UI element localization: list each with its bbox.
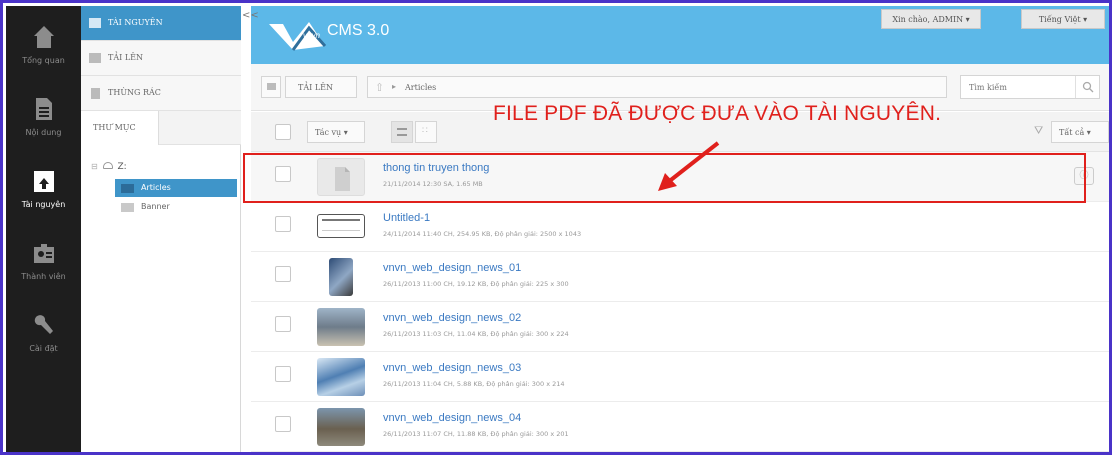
tree-item-articles[interactable]: Articles (115, 179, 237, 197)
drive-icon (102, 162, 113, 169)
pdf-file-icon (335, 167, 350, 191)
tree-item-label: Articles (141, 183, 171, 192)
breadcrumb-separator: ▸ (392, 82, 397, 91)
panel-tab-label: THÙNG RÁC (108, 88, 161, 97)
wrench-icon (34, 315, 53, 334)
file-meta: 26/11/2013 11:00 CH, 19.12 KB, Độ phân g… (383, 280, 569, 288)
nav-item-label: Tài nguyên (21, 200, 66, 209)
app-frame: Tổng quan Nội dung Tài nguyên Thành viên… (0, 0, 1112, 455)
expand-icon[interactable]: ⊟ (91, 162, 98, 171)
panel-tab-trash[interactable]: THÙNG RÁC (81, 76, 241, 111)
list-view-button[interactable] (391, 121, 413, 143)
row-checkbox[interactable] (275, 316, 291, 332)
file-thumbnail (317, 358, 365, 396)
collapse-panel-button[interactable]: << (242, 10, 259, 24)
file-thumbnail (317, 408, 365, 446)
row-checkbox[interactable] (275, 366, 291, 382)
tree-item-label: Banner (141, 202, 170, 211)
search-button[interactable] (1075, 76, 1099, 98)
file-meta: 24/11/2014 11:40 CH, 254.95 KB, Độ phân … (383, 230, 582, 238)
tree-item-banner[interactable]: Banner (115, 198, 237, 216)
actions-dropdown[interactable]: Tác vụ ▾ (307, 121, 365, 143)
file-name[interactable]: Untitled-1 (383, 212, 430, 224)
file-name[interactable]: vnvn_web_design_news_02 (383, 312, 521, 324)
file-thumbnail (317, 158, 365, 196)
grid-view-icon: ∷ (422, 126, 428, 136)
file-name[interactable]: thong tin truyen thong (383, 162, 489, 174)
file-meta: 26/11/2013 11:04 CH, 5.88 KB, Độ phân gi… (383, 380, 565, 388)
nav-item-settings[interactable]: Cài đặt (6, 294, 81, 364)
resource-panel: TÀI NGUYÊN TẢI LÊN THÙNG RÁC THƯ MỤC ⊟ Z… (81, 6, 241, 452)
tab-strip-filler (159, 111, 241, 145)
search-input[interactable] (961, 76, 1073, 98)
thumbnail-image (322, 219, 360, 231)
nav-item-content[interactable]: Nội dung (6, 78, 81, 148)
nav-item-resources[interactable]: Tài nguyên (6, 150, 81, 220)
file-name[interactable]: vnvn_web_design_news_01 (383, 262, 521, 274)
row-checkbox[interactable] (275, 416, 291, 432)
breadcrumb-item-articles[interactable]: Articles (405, 83, 436, 92)
search-box (960, 75, 1100, 99)
tree-root-label: Z: (117, 162, 127, 172)
nav-item-members[interactable]: Thành viên (6, 222, 81, 292)
nav-item-overview[interactable]: Tổng quan (6, 6, 81, 76)
panel-tab-resources[interactable]: TÀI NGUYÊN (81, 6, 241, 41)
folder-icon (121, 203, 134, 212)
home-icon (33, 26, 54, 48)
folder-icon (121, 184, 134, 193)
tree-root[interactable]: ⊟ Z: (91, 162, 127, 172)
nav-item-label: Cài đặt (29, 344, 58, 353)
select-all-checkbox[interactable] (275, 124, 291, 140)
row-checkbox[interactable] (275, 266, 291, 282)
folder-tab[interactable]: THƯ MỤC (81, 111, 159, 145)
file-row[interactable]: vnvn_web_design_news_04 26/11/2013 11:07… (251, 402, 1109, 452)
main-nav: Tổng quan Nội dung Tài nguyên Thành viên… (6, 6, 81, 452)
file-name[interactable]: vnvn_web_design_news_03 (383, 362, 521, 374)
trash-icon (91, 88, 100, 99)
file-row[interactable]: Untitled-1 24/11/2014 11:40 CH, 254.95 K… (251, 202, 1109, 252)
file-thumbnail (329, 258, 353, 296)
file-row[interactable]: thong tin truyen thong 21/11/2014 12:30 … (251, 152, 1109, 202)
file-meta: 21/11/2014 12:30 SA, 1.65 MB (383, 180, 483, 188)
breadcrumb: ⇧ ▸ Articles (367, 76, 947, 98)
nav-item-label: Nội dung (25, 128, 62, 137)
panel-tab-label: TẢI LÊN (108, 53, 143, 62)
row-checkbox[interactable] (275, 216, 291, 232)
file-meta: 26/11/2013 11:07 CH, 11.88 KB, Độ phân g… (383, 430, 569, 438)
file-meta: 26/11/2013 11:03 CH, 11.04 KB, Độ phân g… (383, 330, 569, 338)
member-card-icon (33, 244, 54, 263)
list-view-icon (397, 128, 407, 136)
file-name[interactable]: vnvn_web_design_news_04 (383, 412, 521, 424)
search-icon (1082, 81, 1094, 93)
file-row[interactable]: vnvn_web_design_news_02 26/11/2013 11:03… (251, 302, 1109, 352)
logo-text: CMS 3.0 (327, 22, 390, 39)
nav-item-label: Tổng quan (22, 56, 65, 65)
grid-view-button[interactable]: ∷ (415, 121, 437, 143)
language-menu-button[interactable]: Tiếng Việt ▾ (1021, 9, 1105, 29)
resource-box-icon (33, 171, 54, 192)
file-thumbnail (317, 214, 365, 238)
panel-tab-label: TÀI NGUYÊN (108, 18, 163, 27)
file-row[interactable]: vnvn_web_design_news_03 26/11/2013 11:04… (251, 352, 1109, 402)
upload-icon-button[interactable] (261, 76, 281, 98)
logo-small-text: vnvn (303, 31, 320, 40)
filter-icon[interactable]: ⛛ (1034, 124, 1043, 138)
nav-item-label: Thành viên (21, 272, 66, 281)
filter-dropdown[interactable]: Tất cả ▾ (1051, 121, 1109, 143)
image-icon (267, 83, 276, 90)
folder-icon (89, 18, 101, 28)
info-button[interactable]: ⓘ (1074, 167, 1094, 185)
document-icon (35, 98, 52, 120)
file-thumbnail (317, 308, 365, 346)
info-icon: ⓘ (1079, 171, 1089, 181)
upload-button[interactable]: TẢI LÊN (285, 76, 357, 98)
upload-icon (89, 53, 101, 63)
row-checkbox[interactable] (275, 166, 291, 182)
user-menu-button[interactable]: Xin chào, ADMIN ▾ (881, 9, 981, 29)
up-folder-icon[interactable]: ⇧ (375, 81, 384, 94)
file-row[interactable]: vnvn_web_design_news_01 26/11/2013 11:00… (251, 252, 1109, 302)
app-header: vnvn CMS 3.0 Xin chào, ADMIN ▾ Tiếng Việ… (251, 6, 1109, 64)
annotation-text: FILE PDF ĐÃ ĐƯỢC ĐƯA VÀO TÀI NGUYÊN. (493, 102, 942, 125)
panel-tab-upload[interactable]: TẢI LÊN (81, 41, 241, 76)
